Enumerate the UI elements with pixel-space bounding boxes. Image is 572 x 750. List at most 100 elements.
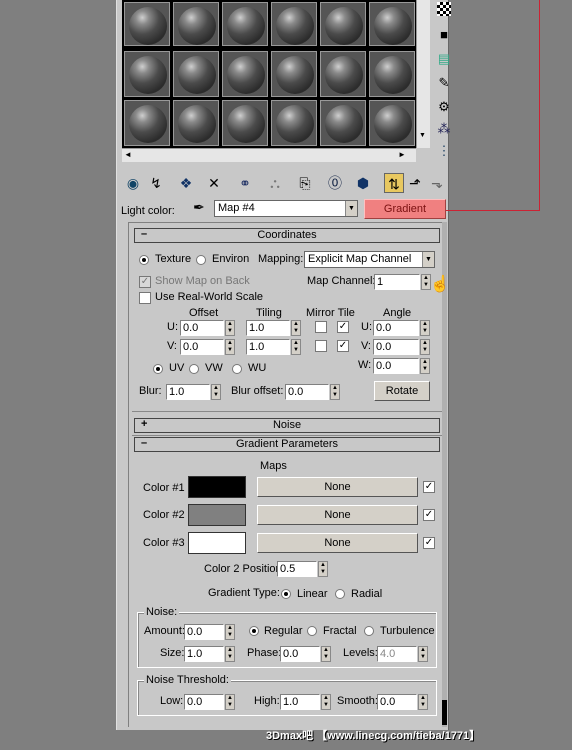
radial-radio[interactable] [335, 589, 345, 599]
color3-map-checkbox[interactable]: ✓ [423, 537, 435, 549]
go-forward-to-sibling-icon[interactable]: ⬎ [428, 173, 446, 193]
show-map-on-back-checkbox[interactable]: ✓ [139, 276, 151, 288]
blur-input[interactable]: 1.0 [166, 384, 210, 400]
wu-radio[interactable] [232, 364, 242, 374]
offset-v-spinner[interactable]: ▲ ▼ [225, 339, 235, 355]
angle-w-input[interactable]: 0.0 [373, 358, 419, 374]
angle-u-spinner[interactable]: ▲ ▼ [420, 320, 430, 336]
offset-v-input[interactable]: 0.0 [180, 339, 224, 355]
angle-v-spinner[interactable]: ▲ ▼ [420, 339, 430, 355]
rotate-button[interactable]: Rotate [374, 381, 430, 401]
low-spinner[interactable]: ▲ ▼ [225, 694, 235, 710]
scroll-left-icon[interactable]: ◄ [124, 150, 132, 159]
tiling-v-spinner[interactable]: ▲ ▼ [291, 339, 301, 355]
video-color-check-icon[interactable]: ▤ [434, 50, 454, 68]
angle-u-input[interactable]: 0.0 [373, 320, 419, 336]
tiling-u-input[interactable]: 1.0 [246, 320, 290, 336]
sample-slot[interactable] [173, 2, 219, 46]
sample-slot[interactable] [222, 2, 268, 46]
color1-map-checkbox[interactable]: ✓ [423, 481, 435, 493]
color2-position-spinner[interactable]: ▲ ▼ [318, 561, 328, 577]
tile-v-checkbox[interactable]: ✓ [337, 340, 349, 352]
sample-slot[interactable] [320, 100, 366, 146]
background-checker-icon[interactable] [437, 2, 451, 16]
tile-u-checkbox[interactable]: ✓ [337, 321, 349, 333]
high-spinner[interactable]: ▲ ▼ [321, 694, 331, 710]
rollout-scrollbar[interactable] [442, 222, 447, 727]
go-to-parent-icon[interactable]: ⬏ [406, 173, 424, 193]
mapping-dropdown[interactable]: Explicit Map Channel ▼ [304, 251, 435, 268]
sample-slot[interactable] [271, 51, 317, 97]
put-to-library-icon[interactable]: ⛬ [266, 173, 284, 193]
get-material-icon[interactable]: ◉ [124, 173, 142, 193]
noise-rollout-header[interactable]: + Noise [134, 418, 440, 433]
offset-u-input[interactable]: 0.0 [180, 320, 224, 336]
real-world-scale-checkbox[interactable] [139, 292, 151, 304]
sample-slot[interactable] [173, 100, 219, 146]
smooth-spinner[interactable]: ▲ ▼ [418, 694, 428, 710]
mirror-v-checkbox[interactable] [315, 340, 327, 352]
color2-position-input[interactable]: 0.5 [277, 561, 317, 577]
mirror-u-checkbox[interactable] [315, 321, 327, 333]
turbulence-radio[interactable] [364, 626, 374, 636]
color2-swatch[interactable] [188, 504, 246, 526]
options-icon[interactable]: ⚙ [434, 98, 454, 116]
rollout-scroll-thumb[interactable] [442, 700, 447, 725]
pick-material-eyedropper-icon[interactable]: ✒ [193, 199, 205, 216]
sample-slot[interactable] [369, 51, 415, 97]
sample-slot[interactable] [124, 51, 170, 97]
environ-radio[interactable] [196, 255, 206, 265]
smooth-input[interactable]: 0.0 [377, 694, 417, 710]
sample-slot[interactable] [271, 100, 317, 146]
map-type-button[interactable]: Gradient [364, 199, 446, 219]
phase-spinner[interactable]: ▲ ▼ [321, 646, 331, 662]
levels-input[interactable]: 4.0 [377, 646, 417, 662]
select-by-material-icon[interactable]: ⁂ [434, 120, 454, 138]
amount-input[interactable]: 0.0 [184, 624, 224, 640]
map-channel-input[interactable]: 1 [374, 274, 420, 290]
sample-slot[interactable] [320, 51, 366, 97]
color3-map-button[interactable]: None [257, 533, 418, 553]
levels-spinner[interactable]: ▲ ▼ [418, 646, 428, 662]
color3-swatch[interactable] [188, 532, 246, 554]
sample-slot[interactable] [222, 100, 268, 146]
low-input[interactable]: 0.0 [184, 694, 224, 710]
map-name-dropdown[interactable]: Map #4 ▼ [214, 200, 358, 217]
scroll-down-icon[interactable]: ▼ [419, 132, 426, 139]
make-unique-icon[interactable]: ⚭ [236, 173, 254, 193]
blur-offset-spinner[interactable]: ▲ ▼ [330, 384, 340, 400]
linear-radio[interactable] [281, 589, 291, 599]
sample-slot[interactable] [173, 51, 219, 97]
vw-radio[interactable] [189, 364, 199, 374]
color2-map-button[interactable]: None [257, 505, 418, 525]
scroll-right-icon[interactable]: ► [398, 150, 406, 159]
slots-vertical-scrollbar[interactable]: ▼ [416, 0, 430, 148]
fractal-radio[interactable] [307, 626, 317, 636]
tiling-v-input[interactable]: 1.0 [246, 339, 290, 355]
offset-u-spinner[interactable]: ▲ ▼ [225, 320, 235, 336]
put-to-scene-icon[interactable]: ↯ [147, 173, 165, 193]
sample-slot[interactable] [369, 100, 415, 146]
material-effects-channel-icon[interactable]: ⎘ [296, 173, 314, 193]
material-navigator-icon[interactable]: ⋮ [434, 142, 454, 160]
slots-horizontal-scrollbar[interactable]: ◄ ► [122, 148, 416, 162]
color2-map-checkbox[interactable]: ✓ [423, 509, 435, 521]
color1-swatch[interactable] [188, 476, 246, 498]
sample-slot[interactable] [222, 51, 268, 97]
amount-spinner[interactable]: ▲ ▼ [225, 624, 235, 640]
high-input[interactable]: 1.0 [280, 694, 320, 710]
tiling-u-spinner[interactable]: ▲ ▼ [291, 320, 301, 336]
sample-slot[interactable] [369, 2, 415, 46]
angle-w-spinner[interactable]: ▲ ▼ [420, 358, 430, 374]
angle-v-input[interactable]: 0.0 [373, 339, 419, 355]
regular-radio[interactable] [249, 626, 259, 636]
size-input[interactable]: 1.0 [184, 646, 224, 662]
phase-input[interactable]: 0.0 [280, 646, 320, 662]
blur-spinner[interactable]: ▲ ▼ [211, 384, 221, 400]
gradient-parameters-rollout-header[interactable]: – Gradient Parameters [134, 437, 440, 452]
effects-channel-icon[interactable]: ⓪ [326, 173, 344, 193]
sample-slot[interactable] [124, 100, 170, 146]
show-end-result-icon[interactable]: ⇅ [384, 173, 404, 193]
texture-radio[interactable] [139, 255, 149, 265]
assign-to-selection-icon[interactable]: ❖ [177, 173, 195, 193]
